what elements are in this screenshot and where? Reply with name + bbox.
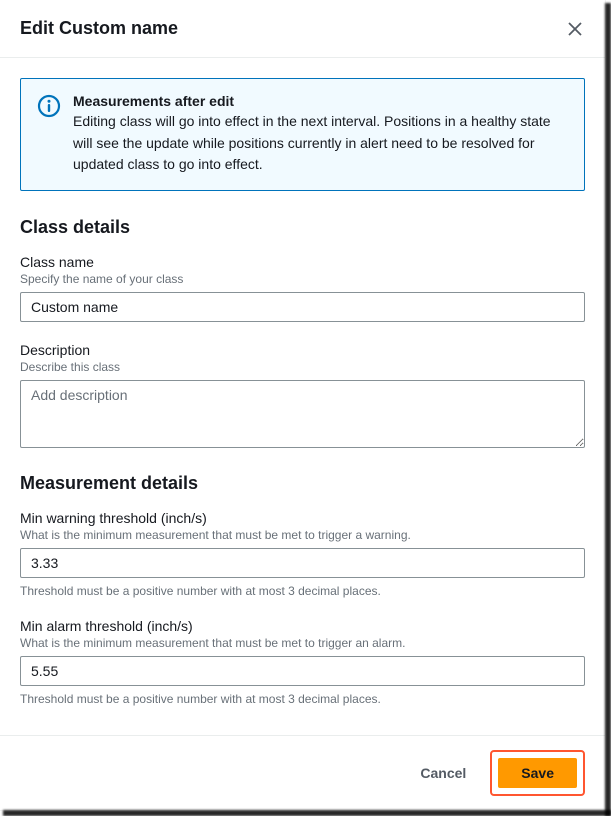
shadow-decoration bbox=[3, 810, 611, 816]
description-field-group: Description Describe this class bbox=[20, 342, 585, 453]
class-name-hint: Specify the name of your class bbox=[20, 272, 585, 286]
min-alarm-input[interactable] bbox=[20, 656, 585, 686]
info-alert: Measurements after edit Editing class wi… bbox=[20, 78, 585, 191]
min-warning-field-group: Min warning threshold (inch/s) What is t… bbox=[20, 510, 585, 598]
modal-body: Measurements after edit Editing class wi… bbox=[0, 58, 605, 735]
class-name-field-group: Class name Specify the name of your clas… bbox=[20, 254, 585, 322]
description-label: Description bbox=[20, 342, 585, 358]
measurement-details-heading: Measurement details bbox=[20, 473, 585, 494]
class-name-label: Class name bbox=[20, 254, 585, 270]
min-alarm-label: Min alarm threshold (inch/s) bbox=[20, 618, 585, 634]
modal-header: Edit Custom name bbox=[0, 0, 605, 58]
edit-class-modal: Edit Custom name Measurements after edit… bbox=[0, 0, 605, 810]
min-warning-constraint: Threshold must be a positive number with… bbox=[20, 584, 585, 598]
info-icon bbox=[37, 94, 61, 118]
description-hint: Describe this class bbox=[20, 360, 585, 374]
min-alarm-constraint: Threshold must be a positive number with… bbox=[20, 692, 585, 706]
save-button-highlight: Save bbox=[490, 750, 585, 796]
shadow-decoration bbox=[605, 3, 611, 816]
class-details-heading: Class details bbox=[20, 217, 585, 238]
close-icon bbox=[568, 22, 582, 36]
min-warning-label: Min warning threshold (inch/s) bbox=[20, 510, 585, 526]
min-alarm-field-group: Min alarm threshold (inch/s) What is the… bbox=[20, 618, 585, 706]
modal-footer: Cancel Save bbox=[0, 735, 605, 810]
cancel-button[interactable]: Cancel bbox=[406, 757, 480, 789]
min-warning-hint: What is the minimum measurement that mus… bbox=[20, 528, 585, 542]
info-text: Measurements after edit Editing class wi… bbox=[73, 93, 568, 176]
close-button[interactable] bbox=[565, 19, 585, 39]
class-name-input[interactable] bbox=[20, 292, 585, 322]
info-title: Measurements after edit bbox=[73, 93, 568, 109]
min-alarm-hint: What is the minimum measurement that mus… bbox=[20, 636, 585, 650]
description-input[interactable] bbox=[20, 380, 585, 448]
save-button[interactable]: Save bbox=[498, 758, 577, 788]
min-warning-input[interactable] bbox=[20, 548, 585, 578]
info-description: Editing class will go into effect in the… bbox=[73, 111, 568, 176]
modal-title: Edit Custom name bbox=[20, 18, 178, 39]
